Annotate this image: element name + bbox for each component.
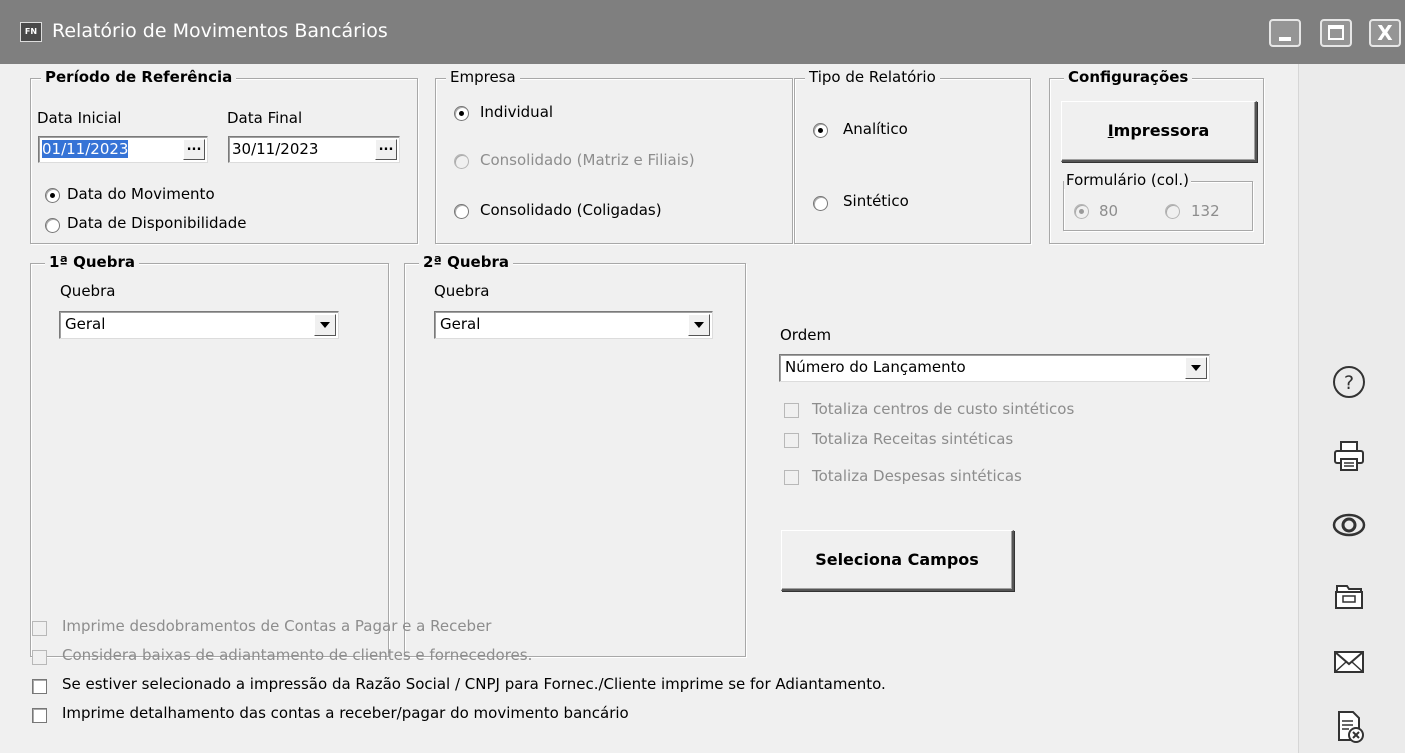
- seleciona-campos-button[interactable]: Seleciona Campos: [781, 530, 1014, 591]
- data-inicial-input[interactable]: 01/11/2023 ...: [38, 136, 208, 163]
- empresa-consolidado-matriz-label[interactable]: Consolidado (Matriz e Filiais): [480, 151, 695, 169]
- data-disponibilidade-label[interactable]: Data de Disponibilidade: [67, 214, 247, 232]
- quebra2-group: 2ª Quebra Quebra Geral: [404, 253, 746, 657]
- totaliza-despesas-checkbox[interactable]: [784, 470, 799, 485]
- totaliza-receitas-label[interactable]: Totaliza Receitas sintéticas: [812, 430, 1013, 448]
- detalhamento-label[interactable]: Imprime detalhamento das contas a recebe…: [62, 704, 629, 722]
- data-final-value: 30/11/2023: [232, 140, 319, 158]
- quebra2-label: Quebra: [434, 282, 490, 300]
- sintetico-radio[interactable]: [813, 196, 828, 211]
- close-document-icon[interactable]: [1331, 709, 1367, 745]
- analitico-label[interactable]: Analítico: [843, 120, 908, 138]
- quebra1-label: Quebra: [60, 282, 116, 300]
- empresa-group: Empresa Individual Consolidado (Matriz e…: [435, 68, 793, 244]
- totaliza-despesas-label[interactable]: Totaliza Despesas sintéticas: [812, 467, 1022, 485]
- export-file-icon[interactable]: [1331, 578, 1367, 614]
- maximize-icon: [1328, 25, 1344, 40]
- formulario-132-label[interactable]: 132: [1191, 202, 1220, 220]
- quebra2-select[interactable]: Geral: [434, 311, 713, 339]
- quebra2-value: Geral: [440, 315, 481, 333]
- close-button[interactable]: X: [1369, 19, 1401, 47]
- empresa-individual-label[interactable]: Individual: [480, 103, 553, 121]
- impressora-button[interactable]: Impressora: [1061, 101, 1257, 162]
- razao-social-label[interactable]: Se estiver selecionado a impressão da Ra…: [62, 675, 886, 693]
- tipo-relatorio-legend: Tipo de Relatório: [805, 68, 940, 86]
- razao-social-checkbox[interactable]: [32, 679, 47, 694]
- quebra1-legend: 1ª Quebra: [45, 253, 139, 271]
- ordem-value: Número do Lançamento: [785, 358, 966, 376]
- totaliza-centros-checkbox[interactable]: [784, 403, 799, 418]
- action-sidebar: ?: [1298, 64, 1405, 753]
- desdobramentos-label[interactable]: Imprime desdobramentos de Contas a Pagar…: [62, 617, 491, 635]
- data-final-input[interactable]: 30/11/2023 ...: [228, 136, 400, 163]
- app-icon: FN: [20, 22, 42, 42]
- formulario-80-radio[interactable]: [1074, 204, 1089, 219]
- quebra1-group: 1ª Quebra Quebra Geral: [30, 253, 389, 657]
- data-final-label: Data Final: [227, 109, 303, 127]
- empresa-consolidado-coligadas-radio[interactable]: [454, 204, 469, 219]
- totaliza-centros-label[interactable]: Totaliza centros de custo sintéticos: [812, 400, 1074, 418]
- data-inicial-picker-button[interactable]: ...: [183, 139, 205, 160]
- ordem-label: Ordem: [780, 326, 832, 344]
- impressora-label: Impressora: [1107, 121, 1210, 140]
- formulario-80-label[interactable]: 80: [1099, 202, 1118, 220]
- baixas-adiantamento-checkbox[interactable]: [32, 650, 47, 665]
- configuracoes-group: Configurações Impressora Formulário (col…: [1049, 68, 1264, 244]
- data-inicial-value: 01/11/2023: [42, 140, 129, 158]
- empresa-legend: Empresa: [446, 68, 520, 86]
- detalhamento-checkbox[interactable]: [32, 708, 47, 723]
- data-movimento-label[interactable]: Data do Movimento: [67, 185, 215, 203]
- periodo-group: Período de Referência Data Inicial Data …: [30, 68, 418, 244]
- periodo-legend: Período de Referência: [41, 68, 237, 86]
- sintetico-label[interactable]: Sintético: [843, 192, 909, 210]
- chevron-down-icon[interactable]: [1185, 357, 1207, 379]
- form-area: Período de Referência Data Inicial Data …: [17, 64, 1297, 753]
- formulario-group: Formulário (col.) 80 132: [1063, 171, 1253, 231]
- email-icon[interactable]: [1331, 644, 1367, 680]
- tipo-relatorio-group: Tipo de Relatório Analítico Sintético: [794, 68, 1031, 244]
- quebra1-value: Geral: [65, 315, 106, 333]
- data-final-picker-button[interactable]: ...: [375, 139, 397, 160]
- totaliza-receitas-checkbox[interactable]: [784, 433, 799, 448]
- data-disponibilidade-radio[interactable]: [45, 218, 60, 233]
- configuracoes-legend: Configurações: [1064, 68, 1193, 86]
- maximize-button[interactable]: [1320, 19, 1352, 47]
- data-inicial-label: Data Inicial: [37, 109, 122, 127]
- ordem-select[interactable]: Número do Lançamento: [779, 354, 1210, 382]
- minimize-icon: [1279, 37, 1291, 41]
- title-bar: FN Relatório de Movimentos Bancários X: [0, 0, 1405, 64]
- desdobramentos-checkbox[interactable]: [32, 621, 47, 636]
- empresa-individual-radio[interactable]: [454, 106, 469, 121]
- chevron-down-icon[interactable]: [688, 314, 710, 336]
- chevron-down-icon[interactable]: [314, 314, 336, 336]
- data-movimento-radio[interactable]: [45, 188, 60, 203]
- baixas-adiantamento-label[interactable]: Considera baixas de adiantamento de clie…: [62, 646, 532, 664]
- formulario-legend: Formulário (col.): [1064, 171, 1191, 189]
- minimize-button[interactable]: [1269, 19, 1301, 47]
- empresa-consolidado-coligadas-label[interactable]: Consolidado (Coligadas): [480, 201, 662, 219]
- analitico-radio[interactable]: [813, 123, 828, 138]
- window-title: Relatório de Movimentos Bancários: [52, 20, 388, 42]
- svg-text:?: ?: [1344, 372, 1354, 394]
- close-icon: X: [1377, 21, 1393, 45]
- empresa-consolidado-matriz-radio[interactable]: [454, 154, 469, 169]
- formulario-132-radio[interactable]: [1165, 204, 1180, 219]
- printer-icon[interactable]: [1331, 438, 1367, 474]
- preview-eye-icon[interactable]: [1331, 507, 1367, 543]
- quebra1-select[interactable]: Geral: [59, 311, 339, 339]
- help-icon[interactable]: ?: [1331, 364, 1367, 400]
- quebra2-legend: 2ª Quebra: [419, 253, 513, 271]
